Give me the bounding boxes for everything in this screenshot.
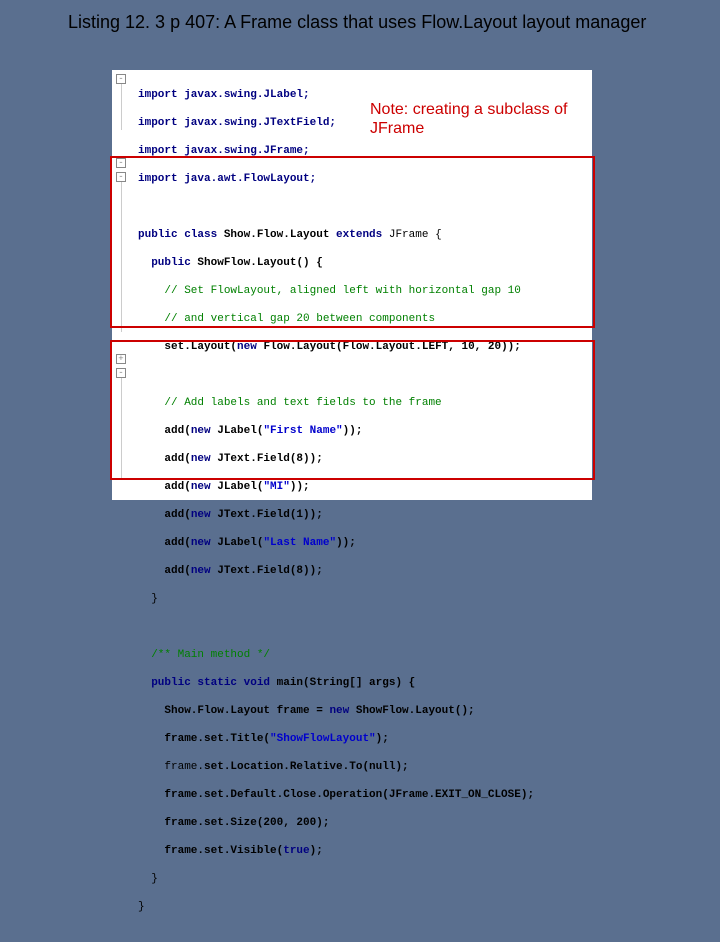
gutter-line xyxy=(121,84,122,130)
code-line: Show.Flow.Layout frame = new ShowFlow.La… xyxy=(138,704,534,718)
annotation-note: Note: creating a subclass of JFrame xyxy=(370,100,567,138)
code-line: add(new JText.Field(8)); xyxy=(138,564,534,578)
code-line: frame.set.Visible(true); xyxy=(138,844,534,858)
highlight-box xyxy=(110,340,595,480)
fold-icon: - xyxy=(116,74,126,84)
code-line: } xyxy=(138,872,534,886)
slide: Listing 12. 3 p 407: A Frame class that … xyxy=(0,0,720,540)
code-line: frame.set.Default.Close.Operation(JFrame… xyxy=(138,788,534,802)
slide-title: Listing 12. 3 p 407: A Frame class that … xyxy=(68,12,646,33)
note-line: Note: creating a subclass of xyxy=(370,100,567,119)
code-line: public static void main(String[] args) { xyxy=(138,676,534,690)
code-line: frame.set.Location.Relative.To(null); xyxy=(138,760,534,774)
code-line: /** Main method */ xyxy=(138,648,534,662)
code-line: frame.set.Title("ShowFlowLayout"); xyxy=(138,732,534,746)
code-line: } xyxy=(138,900,534,914)
code-line: add(new JLabel("Last Name")); xyxy=(138,536,534,550)
note-line: JFrame xyxy=(370,119,567,138)
highlight-box xyxy=(110,156,595,328)
code-line: frame.set.Size(200, 200); xyxy=(138,816,534,830)
code-line: } xyxy=(138,592,534,606)
code-line: add(new JText.Field(1)); xyxy=(138,508,534,522)
code-line xyxy=(138,620,534,634)
code-line: add(new JLabel("MI")); xyxy=(138,480,534,494)
